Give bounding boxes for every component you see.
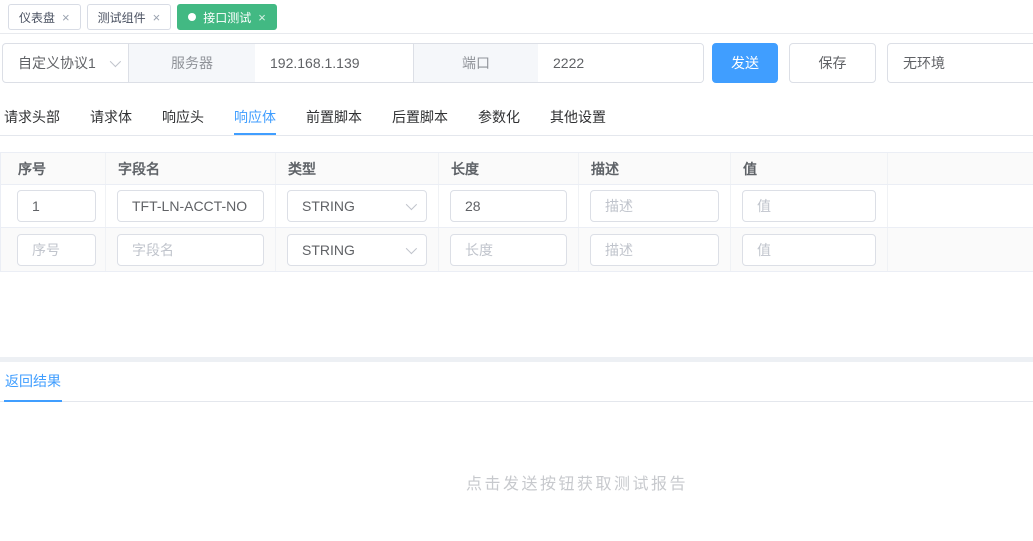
tab-parameterization[interactable]: 参数化	[478, 100, 520, 135]
header-value: 值	[731, 153, 888, 184]
request-section-tabs: 请求头部 请求体 响应头 响应体 前置脚本 后置脚本 参数化 其他设置	[0, 100, 1033, 136]
request-input-group: 自定义协议1 服务器 端口	[2, 43, 704, 83]
protocol-select[interactable]: 自定义协议1	[3, 44, 128, 82]
window-tab-bar: 仪表盘 × 测试组件 × 接口测试 ×	[0, 0, 1033, 34]
server-input[interactable]	[255, 44, 413, 82]
chevron-down-icon	[405, 242, 418, 254]
description-input[interactable]	[590, 190, 719, 222]
environment-select[interactable]: 无环境	[887, 43, 1033, 83]
tab-request-body[interactable]: 请求体	[90, 100, 132, 135]
save-button[interactable]: 保存	[789, 43, 876, 83]
window-tab-test-components[interactable]: 测试组件 ×	[86, 4, 172, 30]
send-button[interactable]: 发送	[712, 43, 778, 83]
environment-select-value: 无环境	[903, 55, 945, 71]
tab-response-headers[interactable]: 响应头	[162, 100, 204, 135]
server-label: 服务器	[128, 44, 255, 82]
type-select-value: STRING	[302, 241, 355, 258]
response-body-table: 序号 字段名 类型 长度 描述 值 STRING	[0, 152, 1033, 272]
tab-other-settings[interactable]: 其他设置	[550, 100, 606, 135]
close-icon[interactable]: ×	[153, 11, 161, 24]
row-actions-cell	[888, 185, 1033, 227]
chevron-down-icon	[405, 198, 418, 211]
header-description: 描述	[579, 153, 731, 184]
window-tab-label: 仪表盘	[19, 10, 56, 25]
tab-post-script[interactable]: 后置脚本	[392, 100, 448, 135]
result-tab-bar: 返回结果	[0, 362, 1033, 402]
protocol-select-value: 自定义协议1	[18, 55, 96, 71]
tab-pre-script[interactable]: 前置脚本	[306, 100, 362, 135]
type-select[interactable]: STRING	[287, 190, 427, 222]
description-input[interactable]	[590, 233, 719, 266]
request-toolbar: 自定义协议1 服务器 端口 发送 保存 无环境	[2, 43, 1033, 83]
tab-request-headers[interactable]: 请求头部	[4, 100, 60, 135]
chevron-down-icon	[109, 55, 122, 68]
field-name-input[interactable]	[117, 233, 264, 266]
close-icon[interactable]: ×	[62, 11, 70, 24]
header-actions	[888, 153, 1033, 184]
header-length: 长度	[439, 153, 579, 184]
type-select[interactable]: STRING	[287, 233, 427, 266]
table-row-new: STRING	[1, 228, 1033, 272]
row-actions-cell	[888, 228, 1033, 271]
table-row: STRING	[1, 185, 1033, 228]
port-input[interactable]	[538, 44, 703, 82]
result-empty-message: 点击发送按钮获取测试报告	[465, 476, 688, 493]
header-seq: 序号	[1, 153, 106, 184]
type-select-value: STRING	[302, 198, 355, 214]
header-field-name: 字段名	[106, 153, 276, 184]
interface-test-page: 仪表盘 × 测试组件 × 接口测试 × 自定义协议1 服务器 端口 发送 保存 …	[0, 0, 1033, 541]
length-input[interactable]	[450, 233, 567, 266]
tab-response-body[interactable]: 响应体	[234, 100, 276, 135]
table-header-row: 序号 字段名 类型 长度 描述 值	[1, 152, 1033, 185]
active-dot-icon	[188, 13, 197, 21]
value-input[interactable]	[742, 190, 876, 222]
tab-return-result[interactable]: 返回结果	[4, 362, 62, 402]
seq-input[interactable]	[17, 190, 96, 222]
window-tab-label: 测试组件	[97, 10, 146, 25]
header-type: 类型	[276, 153, 439, 184]
window-tab-label: 接口测试	[203, 10, 252, 25]
field-name-input[interactable]	[117, 190, 264, 222]
window-tab-interface-test[interactable]: 接口测试 ×	[177, 4, 277, 30]
length-input[interactable]	[450, 190, 567, 222]
seq-input[interactable]	[17, 233, 96, 266]
close-icon[interactable]: ×	[258, 11, 266, 24]
port-label: 端口	[413, 44, 538, 82]
value-input[interactable]	[742, 233, 876, 266]
window-tab-dashboard[interactable]: 仪表盘 ×	[8, 4, 81, 30]
